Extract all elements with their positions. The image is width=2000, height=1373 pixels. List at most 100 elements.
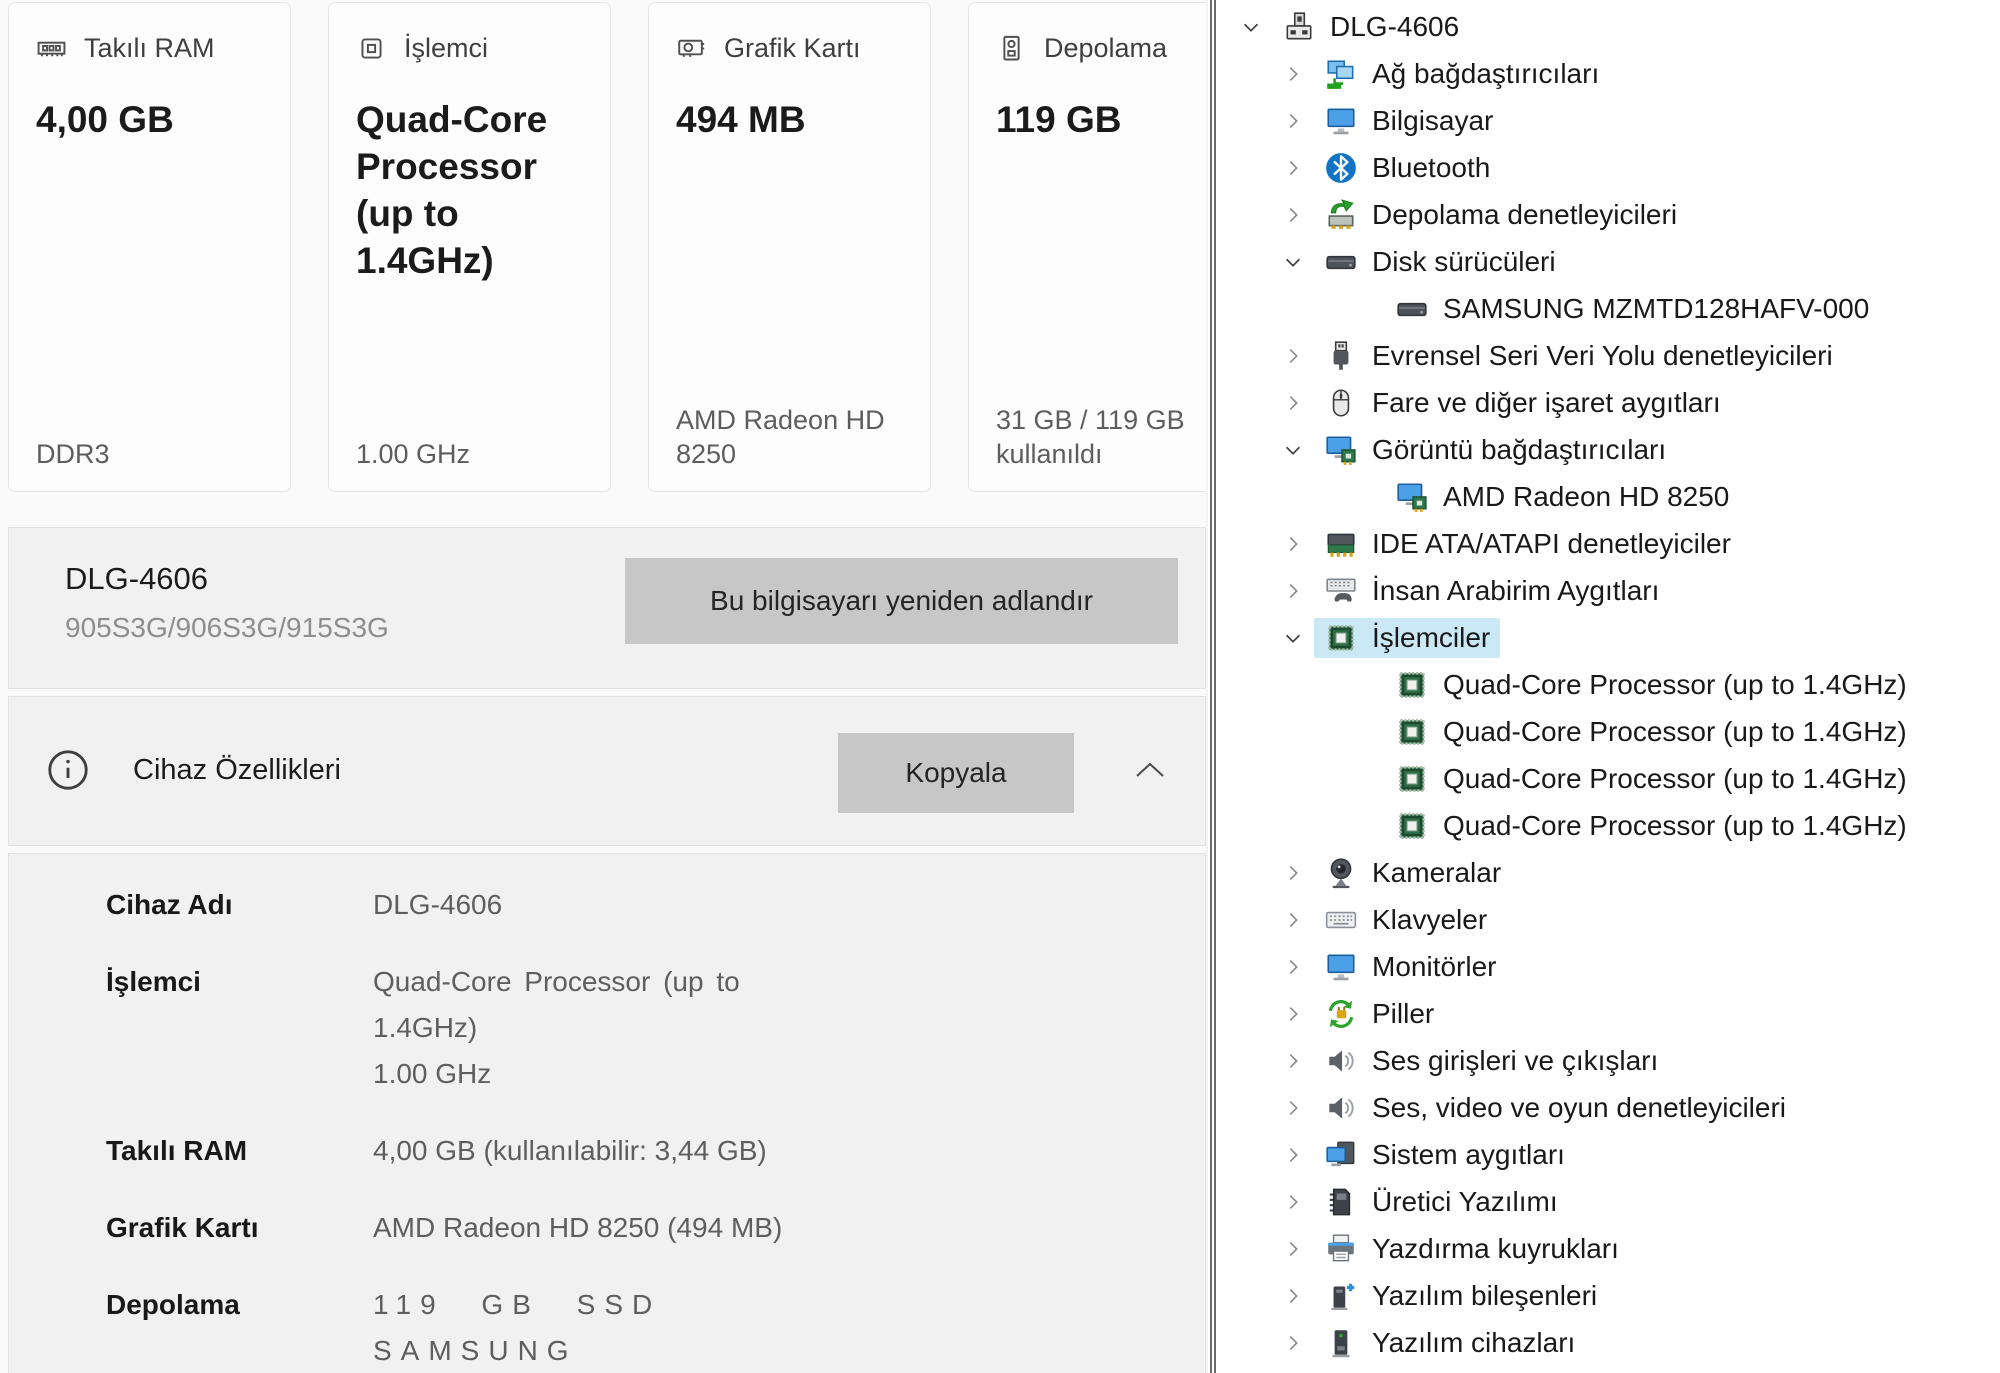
tree-row[interactable]: Üretici Yazılımı	[1216, 1178, 2000, 1225]
chevron-right-icon[interactable]	[1272, 580, 1314, 602]
tree-row[interactable]: SAMSUNG MZMTD128HAFV-000	[1216, 285, 2000, 332]
tree-item-label: DLG-4606	[1330, 11, 1459, 43]
rename-section: DLG-4606 905S3G/906S3G/915S3G Bu bilgisa…	[8, 527, 1206, 689]
battery-icon	[1324, 997, 1358, 1031]
ide-controller-icon	[1324, 527, 1358, 561]
tree-item-label: Quad-Core Processor (up to 1.4GHz)	[1443, 810, 1907, 842]
tree-row[interactable]: Monitörler	[1216, 943, 2000, 990]
rename-pc-button[interactable]: Bu bilgisayarı yeniden adlandır	[625, 558, 1178, 644]
tree-row[interactable]: IDE ATA/ATAPI denetleyiciler	[1216, 520, 2000, 567]
chevron-right-icon[interactable]	[1272, 63, 1314, 85]
tree-item-label: Piller	[1372, 998, 1434, 1030]
device-name: DLG-4606	[65, 561, 208, 597]
detail-row: Cihaz Adı DLG-4606	[9, 882, 1205, 928]
chevron-right-icon[interactable]	[1272, 110, 1314, 132]
chevron-down-icon[interactable]	[1272, 439, 1314, 461]
card-title: Takılı RAM	[84, 33, 215, 64]
camera-icon	[1324, 856, 1358, 890]
tree-row[interactable]: Klavyeler	[1216, 896, 2000, 943]
tree-row[interactable]: Quad-Core Processor (up to 1.4GHz)	[1216, 661, 2000, 708]
chevron-right-icon[interactable]	[1272, 345, 1314, 367]
detail-value: AMD Radeon HD 8250 (494 MB)	[373, 1205, 855, 1251]
tree-row[interactable]: İnsan Arabirim Aygıtları	[1216, 567, 2000, 614]
tree-row[interactable]: Sistem aygıtları	[1216, 1131, 2000, 1178]
chevron-right-icon[interactable]	[1272, 1191, 1314, 1213]
system-devices-icon	[1324, 1138, 1358, 1172]
tree-row[interactable]: Yazılım cihazları	[1216, 1319, 2000, 1366]
audio-video-game-icon	[1324, 1091, 1358, 1125]
tree-row[interactable]: İşlemciler	[1216, 614, 2000, 661]
software-component-icon	[1324, 1279, 1358, 1313]
chevron-right-icon[interactable]	[1272, 157, 1314, 179]
disk-drive-icon	[1324, 245, 1358, 279]
chevron-right-icon[interactable]	[1272, 533, 1314, 555]
tree-row[interactable]: Quad-Core Processor (up to 1.4GHz)	[1216, 708, 2000, 755]
card-footer: 1.00 GHz	[356, 437, 588, 471]
card-value: 494 MB	[676, 96, 901, 143]
tree-item-label: Yazılım cihazları	[1372, 1327, 1575, 1359]
mouse-icon	[1324, 386, 1358, 420]
chevron-right-icon[interactable]	[1272, 1332, 1314, 1354]
tree-row[interactable]: DLG-4606	[1216, 3, 2000, 50]
tree-row[interactable]: Disk sürücüleri	[1216, 238, 2000, 285]
chevron-down-icon[interactable]	[1272, 627, 1314, 649]
chevron-right-icon[interactable]	[1272, 392, 1314, 414]
device-details-list: Cihaz Adı DLG-4606 İşlemci Quad-Core Pro…	[8, 853, 1206, 1373]
tree-item-label: Bilgisayar	[1372, 105, 1493, 137]
cpu-icon	[356, 33, 387, 64]
card-title: Depolama	[1044, 33, 1167, 64]
chevron-down-icon[interactable]	[1272, 251, 1314, 273]
tree-row[interactable]: Ağ bağdaştırıcıları	[1216, 50, 2000, 97]
tree-item-label: Quad-Core Processor (up to 1.4GHz)	[1443, 716, 1907, 748]
chevron-up-icon[interactable]	[1127, 755, 1173, 785]
tree-row[interactable]: Quad-Core Processor (up to 1.4GHz)	[1216, 802, 2000, 849]
tree-row[interactable]: Piller	[1216, 990, 2000, 1037]
chevron-right-icon[interactable]	[1272, 1285, 1314, 1307]
tree-item-label: Klavyeler	[1372, 904, 1487, 936]
tree-row[interactable]: Bluetooth	[1216, 144, 2000, 191]
chevron-right-icon[interactable]	[1272, 862, 1314, 884]
tree-row[interactable]: Yazdırma kuyrukları	[1216, 1225, 2000, 1272]
tree-row[interactable]: Bilgisayar	[1216, 97, 2000, 144]
chevron-right-icon[interactable]	[1272, 1050, 1314, 1072]
network-adapter-icon	[1324, 57, 1358, 91]
display-adapter-icon	[1395, 480, 1429, 514]
tree-row[interactable]: Quad-Core Processor (up to 1.4GHz)	[1216, 755, 2000, 802]
spec-cards-row: Takılı RAM 4,00 GB DDR3 İşlemci Quad-Cor…	[8, 2, 1206, 492]
chevron-right-icon[interactable]	[1272, 1003, 1314, 1025]
bluetooth-icon	[1324, 151, 1358, 185]
chevron-right-icon[interactable]	[1272, 909, 1314, 931]
copy-button[interactable]: Kopyala	[838, 733, 1074, 813]
tree-item-label: Quad-Core Processor (up to 1.4GHz)	[1443, 763, 1907, 795]
tree-item-label: Yazılım bileşenleri	[1372, 1280, 1597, 1312]
settings-about-panel: Takılı RAM 4,00 GB DDR3 İşlemci Quad-Cor…	[0, 0, 1206, 1373]
monitor-icon	[1324, 950, 1358, 984]
chevron-right-icon[interactable]	[1272, 1097, 1314, 1119]
tree-row[interactable]: Evrensel Seri Veri Yolu denetleyicileri	[1216, 332, 2000, 379]
tree-row[interactable]: AMD Radeon HD 8250	[1216, 473, 2000, 520]
chevron-right-icon[interactable]	[1272, 956, 1314, 978]
chevron-right-icon[interactable]	[1272, 204, 1314, 226]
tree-item-label: Yazdırma kuyrukları	[1372, 1233, 1619, 1265]
tree-row[interactable]: Fare ve diğer işaret aygıtları	[1216, 379, 2000, 426]
detail-value: 4,00 GB (kullanılabilir: 3,44 GB)	[373, 1128, 855, 1174]
tree-item-label: Ses girişleri ve çıkışları	[1372, 1045, 1658, 1077]
chevron-right-icon[interactable]	[1272, 1144, 1314, 1166]
tree-row[interactable]: Depolama denetleyicileri	[1216, 191, 2000, 238]
chevron-down-icon[interactable]	[1230, 16, 1272, 38]
processor-icon	[1395, 715, 1429, 749]
chevron-right-icon[interactable]	[1272, 1238, 1314, 1260]
info-icon	[45, 747, 91, 793]
tree-item-label: Üretici Yazılımı	[1372, 1186, 1558, 1218]
tree-row[interactable]: Ses, video ve oyun denetleyicileri	[1216, 1084, 2000, 1131]
tree-row[interactable]: Ses girişleri ve çıkışları	[1216, 1037, 2000, 1084]
tree-item-label: Ses, video ve oyun denetleyicileri	[1372, 1092, 1786, 1124]
tree-item-label: Görüntü bağdaştırıcıları	[1372, 434, 1666, 466]
tree-row[interactable]: Kameralar	[1216, 849, 2000, 896]
disk-drive-icon	[1395, 292, 1429, 326]
tree-row[interactable]: Yazılım bileşenleri	[1216, 1272, 2000, 1319]
detail-row: İşlemci Quad-Core Processor (up to 1.4GH…	[9, 959, 1205, 1097]
tree-row[interactable]: Görüntü bağdaştırıcıları	[1216, 426, 2000, 473]
detail-label: Depolama	[106, 1282, 373, 1373]
processor-icon	[1395, 762, 1429, 796]
